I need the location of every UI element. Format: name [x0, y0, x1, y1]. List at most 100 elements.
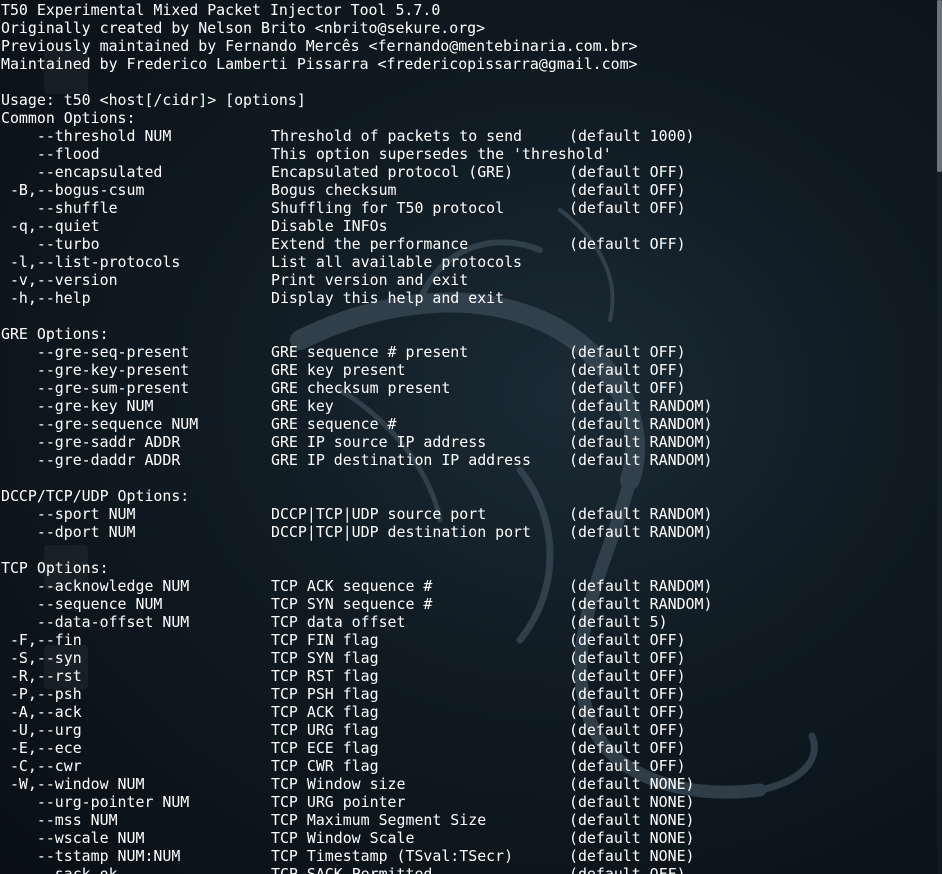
header-line: Maintained by Frederico Lamberti Pissarr… [1, 55, 937, 73]
option-flag: -W,--window NUM [1, 775, 145, 793]
option-description: Shuffling for T50 protocol [271, 199, 505, 217]
option-flag: --flood [1, 145, 100, 163]
option-row: -W,--window NUM TCP Window size (default N… [1, 775, 937, 793]
option-flag: -l,--list-protocols [1, 253, 181, 271]
option-default: (default OFF) [569, 181, 686, 199]
option-flag: --wscale NUM [1, 829, 145, 847]
option-default: (default RANDOM) [569, 397, 713, 415]
option-default: (default RANDOM) [569, 595, 713, 613]
option-default: (default OFF) [569, 649, 686, 667]
option-row: --gre-sum-present GRE checksum present (de… [1, 379, 937, 397]
option-row: --gre-sequence NUM GRE sequence # (default… [1, 415, 937, 433]
option-default: (default NONE) [569, 847, 695, 865]
option-row: --threshold NUM Threshold of packets to s… [1, 127, 937, 145]
option-description: GRE key [271, 397, 334, 415]
option-default: (default OFF) [569, 721, 686, 739]
option-description: TCP URG pointer [271, 793, 406, 811]
option-flag: --gre-daddr ADDR [1, 451, 181, 469]
option-description: TCP URG flag [271, 721, 379, 739]
header-line: Originally created by Nelson Brito <nbri… [1, 19, 937, 37]
option-flag: -S,--syn [1, 649, 82, 667]
option-default: (default OFF) [569, 235, 686, 253]
option-flag: --gre-saddr ADDR [1, 433, 181, 451]
option-default: (default RANDOM) [569, 451, 713, 469]
option-default: (default OFF) [569, 685, 686, 703]
option-flag: --sequence NUM [1, 595, 163, 613]
option-row: --gre-daddr ADDR GRE IP destination IP ad… [1, 451, 937, 469]
option-row: -v,--version Print version and exit [1, 271, 937, 289]
scrollbar-thumb[interactable] [937, 0, 942, 172]
option-description: TCP Window size [271, 775, 406, 793]
option-flag: -q,--quiet [1, 217, 100, 235]
option-row: --wscale NUM TCP Window Scale (default NON… [1, 829, 937, 847]
vertical-scrollbar[interactable] [937, 0, 942, 874]
option-description: TCP FIN flag [271, 631, 379, 649]
option-description: Bogus checksum [271, 181, 397, 199]
option-row: -B,--bogus-csum Bogus checksum (default OF… [1, 181, 937, 199]
header-text: Maintained by Frederico Lamberti Pissarr… [1, 55, 638, 73]
option-row: -F,--fin TCP FIN flag (default OFF) [1, 631, 937, 649]
header-line: Usage: t50 <host[/cidr]> [options] [1, 91, 937, 109]
section-title: DCCP/TCP/UDP Options: [1, 487, 190, 505]
option-default: (default NONE) [569, 811, 695, 829]
option-flag: --shuffle [1, 199, 118, 217]
option-description: TCP CWR flag [271, 757, 379, 775]
option-row: -P,--psh TCP PSH flag (default OFF) [1, 685, 937, 703]
option-description: TCP SYN flag [271, 649, 379, 667]
option-description: GRE sequence # [271, 415, 397, 433]
option-description: TCP ACK flag [271, 703, 379, 721]
option-flag: -U,--urg [1, 721, 82, 739]
option-flag: --acknowledge NUM [1, 577, 190, 595]
option-default: (default RANDOM) [569, 523, 713, 541]
option-row: -C,--cwr TCP CWR flag (default OFF) [1, 757, 937, 775]
option-description: TCP RST flag [271, 667, 379, 685]
terminal-window[interactable]: T50 Experimental Mixed Packet Injector T… [0, 0, 942, 874]
option-description: Print version and exit [271, 271, 469, 289]
option-default: (default OFF) [569, 757, 686, 775]
option-row: -E,--ece TCP ECE flag (default OFF) [1, 739, 937, 757]
section-title: GRE Options: [1, 325, 109, 343]
option-description: DCCP|TCP|UDP destination port [271, 523, 531, 541]
section-title: TCP Options: [1, 559, 109, 577]
option-row: -A,--ack TCP ACK flag (default OFF) [1, 703, 937, 721]
option-flag: -P,--psh [1, 685, 82, 703]
option-flag: --dport NUM [1, 523, 136, 541]
section-heading: TCP Options: [1, 559, 937, 577]
option-flag: --gre-sum-present [1, 379, 190, 397]
option-flag: -C,--cwr [1, 757, 82, 775]
option-default: (default OFF) [569, 343, 686, 361]
option-default: (default OFF) [569, 361, 686, 379]
option-description: Extend the performance [271, 235, 469, 253]
option-flag: --data-offset NUM [1, 613, 190, 631]
option-description: TCP PSH flag [271, 685, 379, 703]
option-flag: --sport NUM [1, 505, 136, 523]
option-default: (default OFF) [569, 379, 686, 397]
option-description: Display this help and exit [271, 289, 505, 307]
option-flag: --gre-sequence NUM [1, 415, 199, 433]
option-description: Disable INFOs [271, 217, 388, 235]
option-description: TCP Window Scale [271, 829, 415, 847]
option-default: (default NONE) [569, 829, 695, 847]
option-row: --turbo Extend the performance (default OF… [1, 235, 937, 253]
option-description: DCCP|TCP|UDP source port [271, 505, 487, 523]
header-text: Originally created by Nelson Brito <nbri… [1, 19, 486, 37]
option-description: Encapsulated protocol (GRE) [271, 163, 514, 181]
option-description: TCP SYN sequence # [271, 595, 433, 613]
option-row: --gre-saddr ADDR GRE IP source IP address… [1, 433, 937, 451]
option-default: (default OFF) [569, 739, 686, 757]
option-row: -U,--urg TCP URG flag (default OFF) [1, 721, 937, 739]
option-flag: --tstamp NUM:NUM [1, 847, 181, 865]
option-flag: -h,--help [1, 289, 91, 307]
option-default: (default OFF) [569, 199, 686, 217]
header-text: T50 Experimental Mixed Packet Injector T… [1, 1, 441, 19]
option-default: (default OFF) [569, 703, 686, 721]
option-row: --tstamp NUM:NUM TCP Timestamp (TSval:TSe… [1, 847, 937, 865]
option-flag: --mss NUM [1, 811, 118, 829]
option-flag: --turbo [1, 235, 100, 253]
option-description: GRE checksum present [271, 379, 451, 397]
option-flag: --gre-key-present [1, 361, 190, 379]
option-row: -q,--quiet Disable INFOs [1, 217, 937, 235]
option-description: TCP data offset [271, 613, 406, 631]
option-row: --data-offset NUM TCP data offset (default… [1, 613, 937, 631]
